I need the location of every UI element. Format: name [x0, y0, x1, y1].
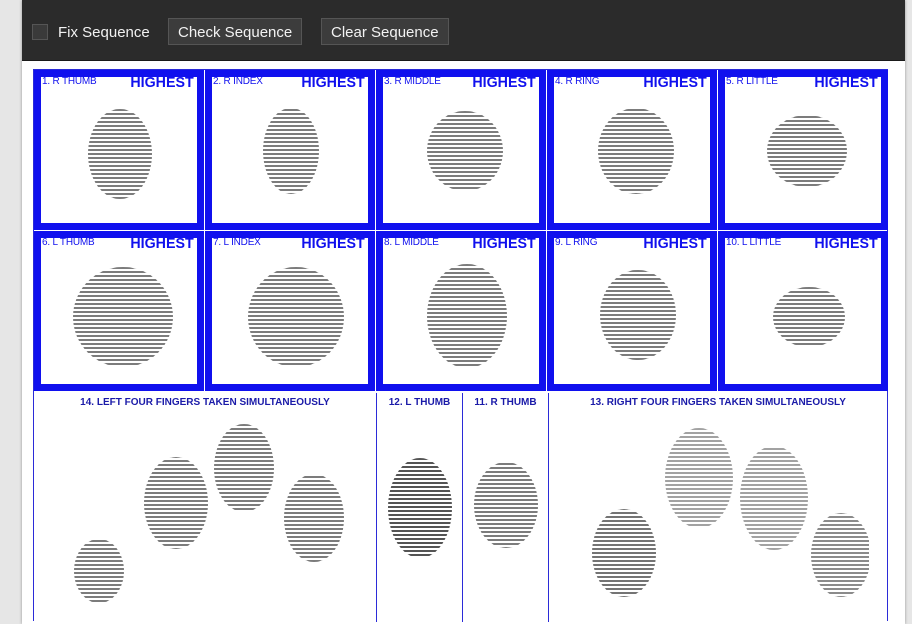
fingerprint-image [474, 462, 538, 548]
quality-label: HIGHEST [130, 74, 194, 91]
fingerprint-image [427, 264, 507, 368]
finger-label: 8. L MIDDLE [384, 237, 439, 248]
slap-title: 13. RIGHT FOUR FINGERS TAKEN SIMULTANEOU… [590, 397, 846, 408]
fingerprint-image [88, 109, 152, 199]
quality-label: HIGHEST [814, 235, 878, 252]
fingerprint-image [592, 428, 869, 597]
fingerprint-image [388, 458, 452, 558]
fingerprint-image [248, 267, 344, 367]
fix-sequence-checkbox[interactable] [32, 24, 48, 40]
fingerprint-image [598, 108, 674, 194]
slap-left-four-fingers[interactable]: 14. LEFT FOUR FINGERS TAKEN SIMULTANEOUS… [34, 393, 377, 622]
slap-right-four-fingers[interactable]: 13. RIGHT FOUR FINGERS TAKEN SIMULTANEOU… [549, 393, 887, 622]
quality-label: HIGHEST [472, 235, 536, 252]
rolled-print-r-thumb[interactable]: 1. R THUMB HIGHEST [34, 70, 204, 230]
slap-title: 12. L THUMB [388, 397, 451, 408]
finger-label: 4. R RING [555, 76, 600, 87]
finger-label: 2. R INDEX [213, 76, 263, 87]
quality-label: HIGHEST [301, 235, 365, 252]
rolled-print-l-little[interactable]: 10. L LITTLE HIGHEST [718, 231, 888, 391]
rolled-print-l-thumb[interactable]: 6. L THUMB HIGHEST [34, 231, 204, 391]
fingerprint-image [74, 424, 344, 603]
fingerprint-image [73, 267, 173, 367]
quality-label: HIGHEST [643, 74, 707, 91]
finger-label: 7. L INDEX [213, 237, 261, 248]
rolled-print-l-index[interactable]: 7. L INDEX HIGHEST [205, 231, 375, 391]
clear-sequence-button[interactable]: Clear Sequence [321, 18, 449, 45]
finger-label: 6. L THUMB [42, 237, 95, 248]
quality-label: HIGHEST [301, 74, 365, 91]
fingerprint-image [773, 287, 845, 347]
fingerprint-image [767, 115, 847, 187]
slap-right-thumb[interactable]: 11. R THUMB [463, 393, 549, 622]
fingerprint-image [427, 111, 503, 191]
rolled-print-l-middle[interactable]: 8. L MIDDLE HIGHEST [376, 231, 546, 391]
slap-title: 11. R THUMB [474, 397, 537, 408]
finger-label: 1. R THUMB [42, 76, 97, 87]
finger-label: 3. R MIDDLE [384, 76, 441, 87]
rolled-print-r-index[interactable]: 2. R INDEX HIGHEST [205, 70, 375, 230]
toolbar: Fix Sequence Check Sequence Clear Sequen… [22, 0, 905, 61]
finger-label: 10. L LITTLE [726, 237, 782, 248]
slap-title: 14. LEFT FOUR FINGERS TAKEN SIMULTANEOUS… [80, 397, 330, 408]
rolled-print-r-little[interactable]: 5. R LITTLE HIGHEST [718, 70, 888, 230]
quality-label: HIGHEST [130, 235, 194, 252]
finger-label: 9. L RING [555, 237, 598, 248]
quality-label: HIGHEST [643, 235, 707, 252]
fingerprint-card: 1. R THUMB HIGHEST 2. R INDEX HIGHEST 3.… [33, 69, 888, 622]
quality-label: HIGHEST [814, 74, 878, 91]
fingerprint-card-window: Fix Sequence Check Sequence Clear Sequen… [22, 0, 905, 624]
finger-label: 5. R LITTLE [726, 76, 778, 87]
fingerprint-image [263, 108, 319, 194]
rolled-print-r-ring[interactable]: 4. R RING HIGHEST [547, 70, 717, 230]
fingerprint-image [600, 270, 676, 360]
quality-label: HIGHEST [472, 74, 536, 91]
rolled-print-r-middle[interactable]: 3. R MIDDLE HIGHEST [376, 70, 546, 230]
check-sequence-button[interactable]: Check Sequence [168, 18, 303, 45]
slap-left-thumb[interactable]: 12. L THUMB [377, 393, 463, 622]
fix-sequence-label[interactable]: Fix Sequence [58, 24, 150, 41]
rolled-print-l-ring[interactable]: 9. L RING HIGHEST [547, 231, 717, 391]
